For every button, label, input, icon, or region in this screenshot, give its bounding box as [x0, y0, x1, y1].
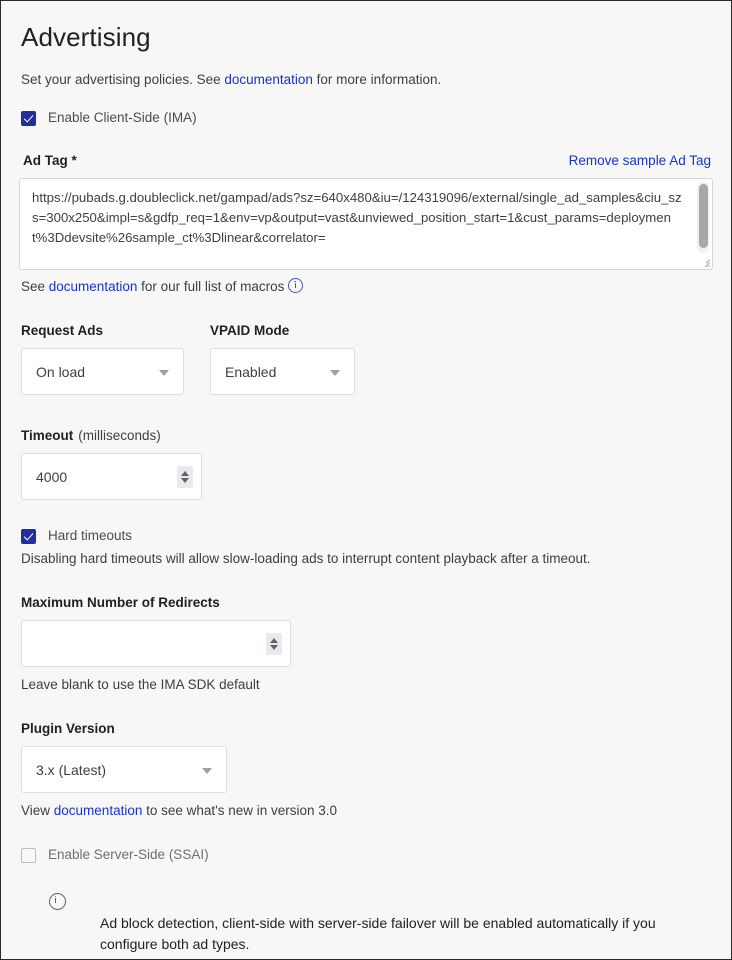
timeout-value: 4000 [36, 468, 68, 485]
max-redirects-label: Maximum Number of Redirects [21, 595, 220, 610]
vpaid-mode-value: Enabled [225, 363, 277, 380]
stepper-up-down-icon[interactable] [266, 632, 282, 655]
resize-handle-icon[interactable] [698, 255, 710, 267]
chevron-down-icon [330, 369, 340, 376]
info-circle-icon [49, 893, 66, 910]
timeout-input[interactable]: 4000 [21, 453, 202, 500]
enable-server-side-label: Enable Server-Side (SSAI) [48, 847, 209, 862]
ad-tag-textarea[interactable]: https://pubads.g.doubleclick.net/gampad/… [19, 178, 713, 270]
hard-timeouts-row[interactable]: Hard timeouts [21, 528, 713, 544]
timeout-unit: (milliseconds) [78, 428, 161, 443]
macros-helper-text: See documentation for our full list of m… [21, 278, 713, 296]
hard-timeouts-helper: Disabling hard timeouts will allow slow-… [21, 551, 591, 566]
enable-client-side-checkbox[interactable] [21, 110, 36, 126]
max-redirects-helper: Leave blank to use the IMA SDK default [21, 677, 260, 692]
request-ads-value: On load [36, 363, 86, 380]
hard-timeouts-label: Hard timeouts [48, 528, 133, 543]
ad-tag-scrollbar[interactable] [697, 182, 709, 253]
request-ads-label: Request Ads [21, 323, 104, 338]
plugin-version-select[interactable]: 3.x (Latest) [21, 746, 227, 793]
ad-block-detection-note: Ad block detection, client-side with ser… [49, 893, 713, 955]
page-title: Advertising [21, 22, 151, 52]
ad-tag-value: https://pubads.g.doubleclick.net/gampad/… [32, 190, 682, 245]
hard-timeouts-checkbox[interactable] [21, 528, 36, 544]
documentation-link-macros[interactable]: documentation [49, 279, 138, 294]
request-ads-select[interactable]: On load [21, 348, 184, 395]
enable-client-side-row[interactable]: Enable Client-Side (IMA) [21, 110, 713, 126]
remove-sample-ad-tag-link[interactable]: Remove sample Ad Tag [569, 153, 711, 168]
enable-server-side-row[interactable]: Enable Server-Side (SSAI) [21, 847, 713, 863]
advertising-settings-page: Advertising Set your advertising policie… [0, 0, 732, 960]
enable-client-side-label: Enable Client-Side (IMA) [48, 110, 197, 125]
ad-tag-label: Ad Tag * [23, 153, 77, 168]
chevron-down-icon [159, 369, 169, 376]
plugin-version-label: Plugin Version [21, 721, 115, 736]
stepper-up-down-icon[interactable] [177, 465, 193, 488]
macros-text-after: for our full list of macros [137, 279, 285, 294]
info-circle-icon[interactable] [288, 278, 304, 293]
vpaid-mode-select[interactable]: Enabled [210, 348, 355, 395]
plugin-helper-after: to see what's new in version 3.0 [142, 803, 338, 818]
vpaid-mode-label: VPAID Mode [210, 323, 290, 338]
timeout-label: Timeout (milliseconds) [21, 427, 713, 444]
enable-server-side-checkbox[interactable] [21, 847, 36, 863]
plugin-helper-before: View [21, 803, 54, 818]
plugin-version-value: 3.x (Latest) [36, 761, 107, 778]
timeout-label-text: Timeout [21, 428, 74, 443]
plugin-version-helper: View documentation to see what's new in … [21, 802, 713, 820]
macros-text-before: See [21, 279, 49, 294]
page-subtitle: Set your advertising policies. See docum… [21, 71, 713, 89]
max-redirects-input[interactable] [21, 620, 291, 667]
ad-tag-scrollbar-thumb[interactable] [698, 184, 708, 248]
documentation-link-intro[interactable]: documentation [224, 72, 313, 87]
ad-block-detection-note-text: Ad block detection, client-side with ser… [100, 915, 656, 952]
chevron-down-icon [202, 767, 212, 774]
subtitle-text-before: Set your advertising policies. See [21, 72, 225, 87]
subtitle-text-after: for more information. [312, 72, 442, 87]
documentation-link-plugin[interactable]: documentation [54, 803, 143, 818]
